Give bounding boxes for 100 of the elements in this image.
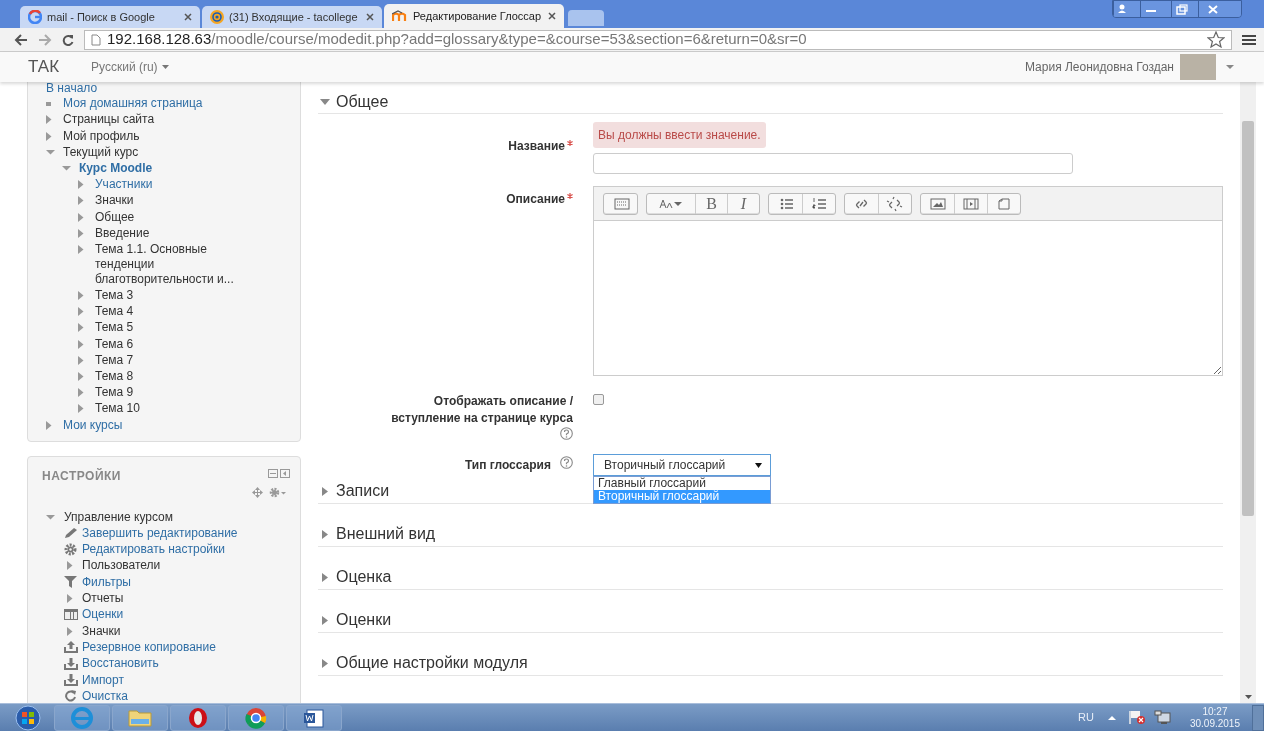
- nav-item[interactable]: Общее: [95, 209, 263, 225]
- settings-item[interactable]: Восстановить: [82, 656, 159, 672]
- nav-item[interactable]: Тема 10: [95, 401, 263, 417]
- settings-item[interactable]: Импорт: [82, 672, 124, 688]
- film-icon[interactable]: [962, 195, 980, 212]
- keyboard-icon[interactable]: [611, 195, 630, 212]
- broken-link-icon[interactable]: [886, 195, 904, 212]
- nav-item[interactable]: Тема 8: [95, 369, 263, 384]
- dropdown-option[interactable]: Главный глоссарий: [594, 477, 770, 490]
- network-icon[interactable]: [1153, 710, 1172, 725]
- forward-icon[interactable]: [38, 33, 52, 46]
- caret-right-icon[interactable]: [322, 658, 328, 668]
- close-icon[interactable]: [184, 13, 192, 21]
- caret-down-icon[interactable]: [46, 514, 55, 521]
- move-icon[interactable]: [252, 486, 263, 498]
- caret-down-icon[interactable]: [62, 165, 71, 172]
- help-icon[interactable]: [560, 427, 573, 440]
- scrollbar[interactable]: [1240, 82, 1256, 703]
- nav-item[interactable]: Значки: [95, 193, 263, 209]
- browser-tab[interactable]: Редактирование Глоссар: [384, 4, 564, 28]
- close-icon[interactable]: [366, 13, 374, 21]
- settings-item[interactable]: Значки: [82, 623, 121, 639]
- nav-item[interactable]: Тема 9: [95, 385, 263, 401]
- caret-right-icon[interactable]: [78, 244, 84, 254]
- flag-icon[interactable]: [1127, 710, 1146, 725]
- language-menu[interactable]: Русский (ru): [91, 58, 169, 76]
- settings-item[interactable]: Редактировать настройки: [82, 542, 226, 558]
- nav-item[interactable]: Мой профиль: [63, 128, 231, 144]
- caret-right-icon[interactable]: [46, 131, 52, 141]
- caret-right-icon[interactable]: [322, 529, 328, 539]
- settings-item[interactable]: Управление курсом: [64, 509, 174, 525]
- caret-right-icon[interactable]: [67, 561, 73, 571]
- settings-item[interactable]: Оценки: [82, 607, 124, 623]
- caret-right-icon[interactable]: [78, 228, 84, 238]
- browser-tab[interactable]: mail - Поиск в Google: [20, 6, 200, 28]
- browser-tab[interactable]: (31) Входящие - tacollege: [202, 6, 382, 28]
- glossary-type-dropdown[interactable]: Вторичный глоссарий: [593, 454, 771, 476]
- italic-button[interactable]: I: [727, 193, 759, 214]
- caret-right-icon[interactable]: [322, 572, 328, 582]
- numbered-list-icon[interactable]: [810, 195, 828, 212]
- nav-item[interactable]: Мои курсы: [63, 417, 231, 433]
- nav-item[interactable]: Тема 6: [95, 336, 263, 352]
- nav-item[interactable]: В начало: [46, 82, 98, 95]
- caret-up-icon[interactable]: [1107, 715, 1116, 720]
- caret-right-icon[interactable]: [46, 420, 52, 430]
- reload-icon[interactable]: [62, 33, 74, 46]
- settings-item[interactable]: Пользователи: [82, 558, 161, 574]
- nav-item[interactable]: Введение: [95, 225, 263, 241]
- section-heading[interactable]: Оценки: [336, 608, 392, 632]
- site-name[interactable]: ТАК: [28, 54, 60, 80]
- caret-right-icon[interactable]: [322, 615, 328, 625]
- caret-right-icon[interactable]: [78, 323, 84, 333]
- caret-right-icon[interactable]: [67, 594, 73, 604]
- section-heading[interactable]: Внешний вид: [336, 522, 436, 546]
- nav-item[interactable]: Тема 7: [95, 352, 263, 368]
- caret-down-icon[interactable]: [320, 99, 330, 105]
- image-icon[interactable]: [928, 195, 947, 212]
- clock-date[interactable]: 30.09.2015: [1189, 717, 1240, 730]
- caret-down-icon[interactable]: [1226, 65, 1234, 69]
- caret-right-icon[interactable]: [78, 388, 84, 398]
- caret-right-icon[interactable]: [67, 626, 73, 636]
- help-icon[interactable]: [560, 456, 573, 469]
- settings-item[interactable]: Очистка: [82, 688, 128, 703]
- caret-right-icon[interactable]: [78, 339, 84, 349]
- scroll-down-icon[interactable]: [1244, 695, 1252, 699]
- caret-right-icon[interactable]: [78, 291, 84, 301]
- nav-item[interactable]: Страницы сайта: [63, 112, 231, 128]
- caret-right-icon[interactable]: [78, 355, 84, 365]
- nav-item[interactable]: Курс Moodle: [79, 160, 247, 176]
- back-icon[interactable]: [14, 33, 28, 46]
- caret-right-icon[interactable]: [78, 212, 84, 222]
- caret-down-icon[interactable]: [46, 149, 55, 156]
- nav-item[interactable]: Тема 1.1. Основные тенденции благотворительности и...: [95, 241, 263, 287]
- user-name[interactable]: Мария Леонидовна Гоздан: [1024, 58, 1174, 76]
- settings-item[interactable]: Фильтры: [82, 574, 131, 590]
- name-input-field[interactable]: [593, 153, 1073, 174]
- show-desktop-button[interactable]: [1252, 704, 1264, 731]
- nav-item[interactable]: Текущий курс: [63, 144, 231, 160]
- caret-right-icon[interactable]: [78, 372, 84, 381]
- menu-icon[interactable]: [1242, 33, 1256, 46]
- section-heading[interactable]: Оценка: [336, 565, 392, 589]
- nav-item[interactable]: Моя домашняя страница: [63, 96, 231, 112]
- nav-item[interactable]: Тема 4: [95, 304, 263, 320]
- nav-item[interactable]: Тема 5: [95, 320, 263, 336]
- settings-item[interactable]: Отчеты: [82, 591, 124, 607]
- rich-text-editor[interactable]: B I: [593, 186, 1223, 376]
- caret-right-icon[interactable]: [78, 196, 84, 206]
- bold-button[interactable]: B: [695, 193, 727, 214]
- section-heading[interactable]: Общие настройки модуля: [336, 651, 528, 675]
- section-heading[interactable]: Записи: [336, 479, 390, 503]
- caret-right-icon[interactable]: [78, 180, 84, 190]
- star-icon[interactable]: [1207, 31, 1225, 48]
- section-heading[interactable]: Общее: [336, 90, 389, 114]
- caret-right-icon[interactable]: [78, 307, 84, 317]
- nav-item[interactable]: Тема 3: [95, 288, 263, 304]
- nav-item[interactable]: Участники: [95, 177, 263, 193]
- checkbox[interactable]: [593, 394, 604, 405]
- minimize-icon[interactable]: [268, 468, 278, 478]
- caret-right-icon[interactable]: [46, 115, 52, 125]
- dock-icon[interactable]: [280, 468, 290, 478]
